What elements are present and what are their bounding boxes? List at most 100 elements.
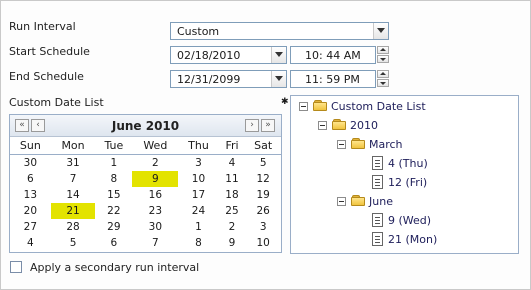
- weekday-header: Sun: [10, 137, 51, 155]
- end-date-value: 12/31/2099: [177, 73, 241, 86]
- splitter-handle-icon[interactable]: ✱: [281, 97, 289, 107]
- calendar-day[interactable]: 18: [219, 187, 246, 203]
- spin-down-icon[interactable]: [377, 79, 389, 87]
- tree-node-label[interactable]: 9 (Wed): [388, 214, 431, 227]
- calendar-day[interactable]: 8: [95, 171, 132, 187]
- calendar-day[interactable]: 4: [219, 155, 246, 172]
- start-date-value: 02/18/2010: [177, 49, 241, 62]
- tree-node-label[interactable]: 21 (Mon): [388, 233, 437, 246]
- calendar-day[interactable]: 8: [178, 235, 218, 251]
- calendar-day[interactable]: 25: [219, 203, 246, 219]
- calendar-day[interactable]: 15: [95, 187, 132, 203]
- document-icon: [372, 232, 383, 246]
- calendar-day[interactable]: 1: [95, 155, 132, 172]
- calendar-header: « ‹ June 2010 › »: [10, 115, 281, 137]
- end-time-input[interactable]: 11: 59 PM: [290, 70, 376, 88]
- folder-icon: [351, 195, 366, 207]
- document-icon: [372, 213, 383, 227]
- calendar-grid: Sun Mon Tue Wed Thu Fri Sat 30 31 1 2 3 …: [10, 137, 281, 251]
- calendar-day[interactable]: 5: [245, 155, 281, 172]
- collapse-icon[interactable]: [299, 102, 308, 111]
- calendar-day[interactable]: 27: [10, 219, 51, 235]
- calendar-day[interactable]: 29: [95, 219, 132, 235]
- calendar-day[interactable]: 2: [132, 155, 178, 172]
- folder-icon: [351, 138, 366, 150]
- tree-node-label[interactable]: March: [369, 138, 403, 151]
- calendar-day[interactable]: 16: [132, 187, 178, 203]
- weekday-header: Tue: [95, 137, 133, 155]
- tree-node-label[interactable]: Custom Date List: [331, 100, 426, 113]
- weekday-header: Wed: [132, 137, 179, 155]
- calendar-day[interactable]: 19: [245, 187, 281, 203]
- calendar-day[interactable]: 7: [132, 235, 178, 251]
- end-time-stepper[interactable]: [377, 70, 389, 88]
- start-time-stepper[interactable]: [377, 46, 389, 64]
- calendar-day[interactable]: 12: [245, 171, 281, 187]
- run-interval-label: Run Interval: [9, 20, 76, 33]
- calendar-day[interactable]: 22: [95, 203, 132, 219]
- tree-node-label[interactable]: 4 (Thu): [388, 157, 428, 170]
- secondary-interval-label[interactable]: Apply a secondary run interval: [30, 261, 199, 274]
- secondary-interval-checkbox[interactable]: [10, 261, 22, 273]
- end-date-picker[interactable]: 12/31/2099: [170, 70, 287, 88]
- calendar-day[interactable]: 26: [245, 203, 281, 219]
- date-tree: Custom Date List 2010 March 4 (Thu) 12 (…: [290, 95, 519, 254]
- end-schedule-label: End Schedule: [9, 70, 84, 83]
- calendar-day[interactable]: 6: [95, 235, 132, 251]
- last-month-button[interactable]: »: [261, 119, 275, 132]
- calendar-day[interactable]: 3: [178, 155, 218, 172]
- document-icon: [372, 175, 383, 189]
- calendar-day[interactable]: 17: [178, 187, 218, 203]
- calendar-day[interactable]: 24: [178, 203, 218, 219]
- spin-up-icon[interactable]: [377, 70, 389, 78]
- spin-up-icon[interactable]: [377, 46, 389, 54]
- calendar-day[interactable]: 10: [245, 235, 281, 251]
- calendar-day[interactable]: 7: [51, 171, 96, 187]
- folder-icon: [313, 100, 328, 112]
- calendar-day-selected[interactable]: 9: [132, 171, 179, 187]
- end-time-value: 11: 59 PM: [305, 73, 360, 86]
- weekday-header: Mon: [50, 137, 96, 155]
- chevron-down-icon[interactable]: [373, 23, 388, 39]
- collapse-icon[interactable]: [318, 121, 327, 130]
- calendar-day[interactable]: 31: [51, 155, 96, 172]
- calendar-day[interactable]: 1: [178, 219, 218, 235]
- collapse-icon[interactable]: [337, 197, 346, 206]
- start-schedule-label: Start Schedule: [9, 45, 90, 58]
- start-time-value: 10: 44 AM: [305, 49, 361, 62]
- calendar-day[interactable]: 30: [10, 155, 51, 172]
- calendar-day[interactable]: 11: [219, 171, 246, 187]
- folder-icon: [332, 119, 347, 131]
- tree-node-label[interactable]: June: [369, 195, 393, 208]
- calendar-day[interactable]: 10: [178, 171, 218, 187]
- start-date-picker[interactable]: 02/18/2010: [170, 46, 287, 64]
- start-time-input[interactable]: 10: 44 AM: [290, 46, 376, 64]
- calendar-day[interactable]: 30: [132, 219, 178, 235]
- calendar-day[interactable]: 4: [10, 235, 51, 251]
- weekday-header: Fri: [218, 137, 246, 155]
- calendar-day[interactable]: 14: [51, 187, 96, 203]
- calendar-day[interactable]: 28: [51, 219, 96, 235]
- run-interval-select[interactable]: Custom: [170, 22, 389, 40]
- chevron-down-icon[interactable]: [271, 47, 286, 63]
- calendar-day[interactable]: 23: [132, 203, 178, 219]
- calendar-day-selected[interactable]: 21: [50, 203, 96, 219]
- calendar-day[interactable]: 9: [219, 235, 246, 251]
- calendar-day[interactable]: 5: [51, 235, 96, 251]
- calendar-day[interactable]: 13: [10, 187, 51, 203]
- custom-date-list-label: Custom Date List: [9, 96, 104, 109]
- spin-down-icon[interactable]: [377, 55, 389, 63]
- tree-node-label[interactable]: 2010: [350, 119, 378, 132]
- calendar-day[interactable]: 3: [245, 219, 281, 235]
- document-icon: [372, 156, 383, 170]
- calendar-day[interactable]: 20: [10, 203, 51, 219]
- tree-node-label[interactable]: 12 (Fri): [388, 176, 427, 189]
- weekday-header: Thu: [178, 137, 219, 155]
- calendar-day[interactable]: 2: [219, 219, 246, 235]
- chevron-down-icon[interactable]: [271, 71, 286, 87]
- next-month-button[interactable]: ›: [245, 119, 259, 132]
- weekday-header: Sat: [245, 137, 281, 155]
- calendar-day[interactable]: 6: [10, 171, 51, 187]
- calendar: « ‹ June 2010 › » Sun Mon Tue Wed Thu Fr…: [9, 114, 282, 253]
- collapse-icon[interactable]: [337, 140, 346, 149]
